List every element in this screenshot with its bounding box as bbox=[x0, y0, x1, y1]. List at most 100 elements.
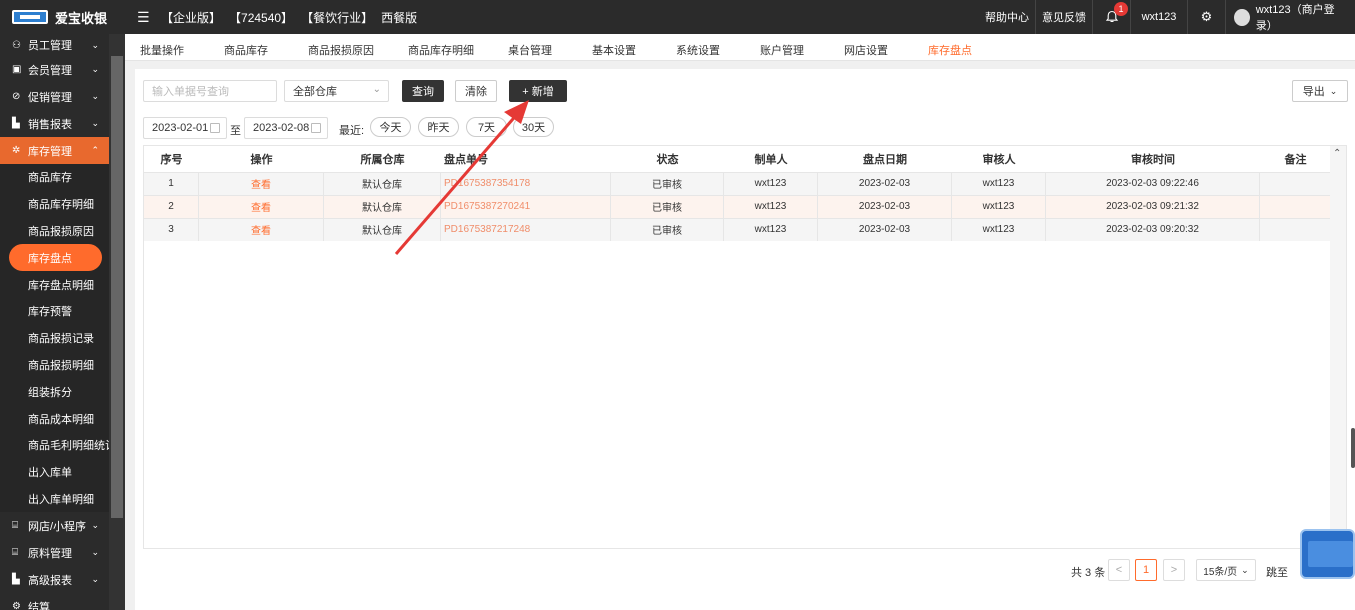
date-from-input[interactable]: 2023-02-01 bbox=[143, 117, 227, 139]
sidebar-label: 原料管理 bbox=[28, 547, 72, 560]
inventory-icon: ✲ bbox=[12, 145, 21, 156]
sidebar-subitem-io-order[interactable]: 出入库单 bbox=[0, 459, 109, 486]
row-audit-time: 2023-02-03 09:21:32 bbox=[1046, 196, 1260, 218]
side-handle[interactable] bbox=[1351, 428, 1355, 468]
row-date: 2023-02-03 bbox=[818, 196, 952, 218]
settle-icon: ⚙ bbox=[12, 601, 21, 610]
sidebar-subitem-stock-alert[interactable]: 库存预警 bbox=[0, 298, 109, 325]
chevron-down-icon: ⌄ bbox=[91, 64, 99, 74]
warehouse-select[interactable]: 全部仓库 ⌄ bbox=[284, 80, 389, 102]
row-auditor: wxt123 bbox=[952, 219, 1046, 241]
notification-button[interactable]: 1 bbox=[1092, 0, 1130, 34]
logo-icon bbox=[12, 10, 48, 24]
logo[interactable]: 爱宝收银 bbox=[0, 0, 125, 34]
sidebar-item-material[interactable]: ⌸ 原料管理 ⌄ bbox=[0, 539, 109, 566]
tab-batch[interactable]: 批量操作 bbox=[140, 42, 184, 58]
user-icon: ⚇ bbox=[12, 39, 21, 51]
help-center-link[interactable]: 帮助中心 bbox=[979, 0, 1035, 34]
row-order-no[interactable]: PD1675387270241 bbox=[441, 196, 611, 218]
row-warehouse: 默认仓库 bbox=[324, 196, 441, 218]
quick-30days-button[interactable]: 30天 bbox=[513, 117, 554, 137]
sidebar-subitem-cost-detail[interactable]: 商品成本明细 bbox=[0, 405, 109, 432]
row-status: 已审核 bbox=[611, 173, 724, 195]
tab-stock-detail[interactable]: 商品库存明细 bbox=[408, 42, 474, 58]
menu-toggle-icon[interactable]: ☰ bbox=[137, 9, 153, 26]
sidebar-subitem-io-order-detail[interactable]: 出入库单明细 bbox=[0, 486, 109, 513]
add-button[interactable]: + 新增 bbox=[509, 80, 567, 102]
sidebar-subitem-loss-record[interactable]: 商品报损记录 bbox=[0, 325, 109, 352]
view-link[interactable]: 查看 bbox=[199, 173, 324, 195]
page-size-select[interactable]: 15条/页 ⌄ bbox=[1196, 559, 1256, 581]
chevron-up-icon: ⌃ bbox=[91, 145, 99, 155]
sidebar-scrollbar[interactable] bbox=[109, 34, 125, 610]
sidebar-subitem-stocktake-detail[interactable]: 库存盘点明细 bbox=[0, 271, 109, 298]
view-link[interactable]: 查看 bbox=[199, 219, 324, 241]
store-icon: ⌸ bbox=[12, 520, 18, 532]
chevron-down-icon: ⌄ bbox=[91, 39, 99, 50]
scrollbar-thumb[interactable] bbox=[111, 56, 123, 518]
jump-to-label: 跳至 bbox=[1266, 567, 1288, 579]
quick-7days-button[interactable]: 7天 bbox=[466, 117, 507, 137]
sidebar-subitem-margin-stats[interactable]: 商品毛利明细统计 bbox=[0, 432, 109, 459]
header-action: 操作 bbox=[250, 154, 273, 166]
row-index: 1 bbox=[144, 173, 199, 195]
feedback-link[interactable]: 意见反馈 bbox=[1035, 0, 1092, 34]
header-warehouse: 所属仓库 bbox=[360, 154, 405, 166]
export-button[interactable]: 导出 ⌄ bbox=[1292, 80, 1348, 102]
sidebar-subitem-loss-reason[interactable]: 商品报损原因 bbox=[0, 218, 109, 245]
tab-loss-reason[interactable]: 商品报损原因 bbox=[308, 42, 374, 58]
sidebar-subitem-assembly[interactable]: 组装拆分 bbox=[0, 378, 109, 405]
sidebar-subitem-stocktake[interactable]: 库存盘点 bbox=[9, 244, 102, 272]
quick-today-button[interactable]: 今天 bbox=[370, 117, 411, 137]
material-icon: ⌸ bbox=[12, 547, 18, 559]
report-icon: ▙ bbox=[12, 574, 20, 586]
tab-system-settings[interactable]: 系统设置 bbox=[676, 42, 720, 58]
order-search-input[interactable]: 输入单据号查询 bbox=[143, 80, 277, 102]
tab-table-manage[interactable]: 桌台管理 bbox=[508, 42, 552, 58]
account-menu[interactable]: wxt123（商户登录） bbox=[1225, 0, 1355, 34]
sidebar-item-sales-report[interactable]: ▙ 销售报表 ⌄ bbox=[0, 110, 109, 137]
sidebar-subitem-stock-detail[interactable]: 商品库存明细 bbox=[0, 191, 109, 218]
sidebar-subitem-loss-detail[interactable]: 商品报损明细 bbox=[0, 352, 109, 379]
tab-account[interactable]: 账户管理 bbox=[760, 42, 804, 58]
sidebar-label: 网店/小程序 bbox=[28, 520, 87, 533]
chevron-up-icon[interactable]: ⌃ bbox=[1333, 148, 1341, 159]
sidebar-item-staff[interactable]: ⚇ 员工管理 ⌄ bbox=[0, 34, 109, 56]
row-auditor: wxt123 bbox=[952, 173, 1046, 195]
date-to-input[interactable]: 2023-02-08 bbox=[244, 117, 328, 139]
sidebar-item-member[interactable]: ▣ 会员管理 ⌄ bbox=[0, 56, 109, 83]
sidebar-subitem-stock[interactable]: 商品库存 bbox=[0, 164, 109, 191]
recent-label: 最近: bbox=[339, 125, 365, 137]
sidebar-label: 销售报表 bbox=[28, 118, 72, 131]
chevron-down-icon: ⌄ bbox=[1241, 564, 1249, 575]
prev-page-button[interactable]: < bbox=[1108, 559, 1130, 581]
tab-basic-settings[interactable]: 基本设置 bbox=[592, 42, 636, 58]
tab-store-settings[interactable]: 网店设置 bbox=[844, 42, 888, 58]
quick-yesterday-button[interactable]: 昨天 bbox=[418, 117, 459, 137]
main-panel: 输入单据号查询 全部仓库 ⌄ 查询 清除 + 新增 导出 ⌄ 2023-02-0… bbox=[135, 69, 1355, 610]
query-button[interactable]: 查询 bbox=[402, 80, 444, 102]
row-order-no[interactable]: PD1675387354178 bbox=[441, 173, 611, 195]
clear-button[interactable]: 清除 bbox=[455, 80, 497, 102]
table-scrollbar[interactable]: ⌃ bbox=[1330, 146, 1346, 548]
next-page-button[interactable]: > bbox=[1163, 559, 1185, 581]
row-order-no[interactable]: PD1675387217248 bbox=[441, 219, 611, 241]
sidebar-item-promo[interactable]: ⊘ 促销管理 ⌄ bbox=[0, 83, 109, 110]
header-order-no: 盘点单号 bbox=[444, 154, 488, 166]
tab-stock[interactable]: 商品库存 bbox=[224, 42, 268, 58]
row-creator: wxt123 bbox=[724, 196, 818, 218]
username-label[interactable]: wxt123 bbox=[1130, 0, 1187, 34]
sidebar-item-online-store[interactable]: ⌸ 网店/小程序 ⌄ bbox=[0, 512, 109, 539]
member-icon: ▣ bbox=[12, 64, 22, 75]
keyboard-widget[interactable] bbox=[1300, 529, 1355, 579]
account-label: wxt123（商户登录） bbox=[1255, 4, 1335, 32]
row-date: 2023-02-03 bbox=[818, 173, 952, 195]
view-link[interactable]: 查看 bbox=[199, 196, 324, 218]
tab-stocktake[interactable]: 库存盘点 bbox=[928, 42, 972, 58]
sidebar-item-settlement[interactable]: ⚙ 结算 bbox=[0, 593, 109, 610]
row-audit-time: 2023-02-03 09:20:32 bbox=[1046, 219, 1260, 241]
sidebar-item-advanced-report[interactable]: ▙ 高级报表 ⌄ bbox=[0, 566, 109, 593]
settings-button[interactable]: ⚙ bbox=[1187, 0, 1225, 34]
sidebar-item-inventory[interactable]: ✲ 库存管理 ⌃ bbox=[0, 137, 109, 164]
page-1-button[interactable]: 1 bbox=[1135, 559, 1157, 581]
